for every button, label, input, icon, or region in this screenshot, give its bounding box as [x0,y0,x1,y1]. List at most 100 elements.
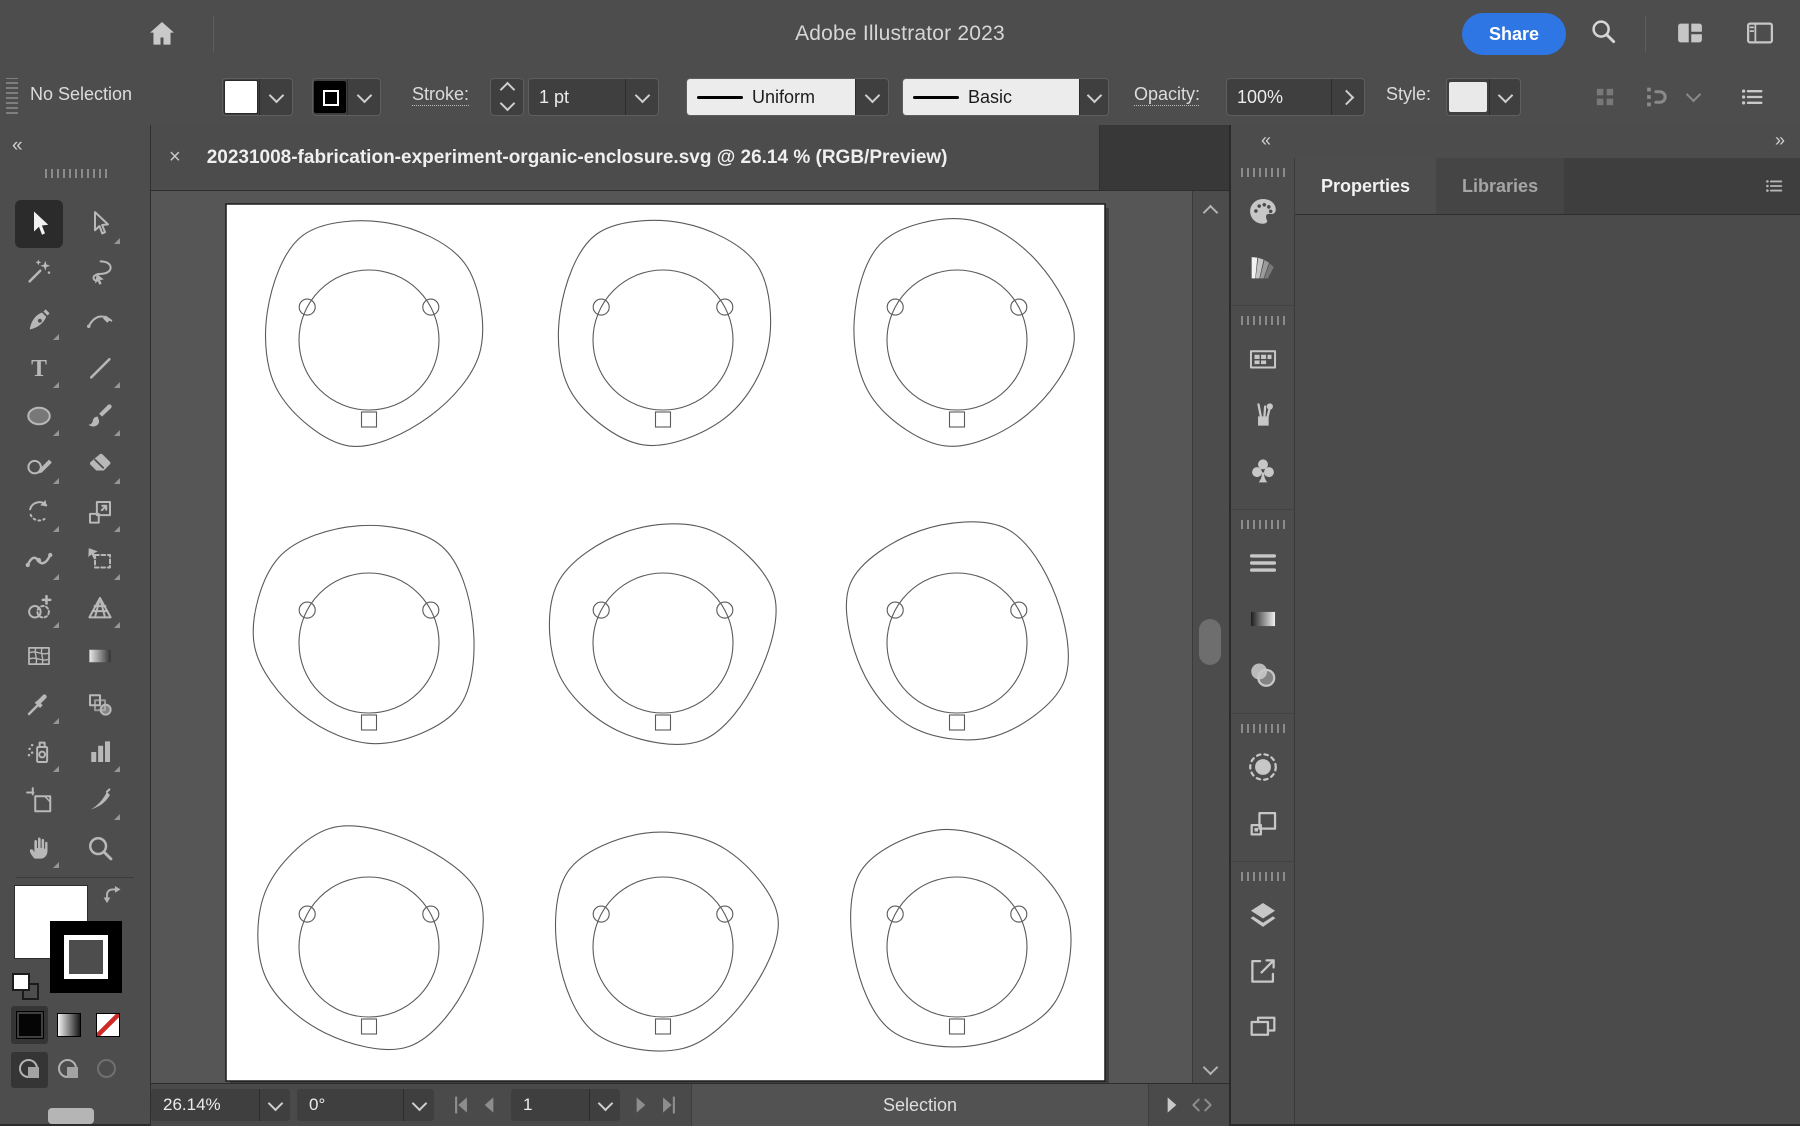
gradient-button[interactable] [50,1006,87,1044]
tool-eyedropper-tool[interactable] [15,680,63,728]
stroke-color-control[interactable] [312,78,381,116]
tab-properties[interactable]: Properties [1295,158,1437,214]
dock-grip[interactable] [1240,724,1285,733]
profile-chevron[interactable] [855,79,888,115]
edit-toolbar-button[interactable] [48,1108,94,1124]
stroke-weight-stepper[interactable] [490,78,524,116]
controlbar-options-icon[interactable] [1738,83,1766,111]
artboard-number-control[interactable]: 1 [511,1089,620,1121]
transparency-panel-icon[interactable] [1246,658,1280,692]
draw-behind-button[interactable] [50,1052,87,1088]
tool-mesh-tool[interactable] [15,632,63,680]
variable-width-profile[interactable]: Uniform [686,78,889,116]
brush-definition[interactable]: Basic [902,78,1109,116]
dock-expand-icon[interactable]: » [1775,130,1786,151]
gradient-panel-panel-icon[interactable] [1246,602,1280,636]
opacity-control[interactable]: 100% [1226,78,1365,116]
tool-artboard-tool[interactable] [15,776,63,824]
style-swatch[interactable] [1449,82,1487,112]
status-play-icon[interactable] [1159,1092,1185,1118]
tool-paintbrush-tool[interactable] [76,392,124,440]
color-panel-icon[interactable] [1246,194,1280,228]
tool-gradient-tool[interactable] [76,632,124,680]
style-control[interactable] [1446,78,1521,116]
stroke-panel-panel-icon[interactable] [1246,546,1280,580]
tool-free-transform-tool[interactable] [76,536,124,584]
stroke-color-indicator[interactable] [50,921,122,993]
tool-eraser-tool[interactable] [76,440,124,488]
tool-curvature-tool[interactable] [76,296,124,344]
tool-line-segment-tool[interactable] [76,344,124,392]
vertical-scrollbar[interactable] [1192,191,1229,1083]
tool-rotate-tool[interactable] [15,488,63,536]
tool-perspective-grid-tool[interactable] [76,584,124,632]
artboard-chevron[interactable] [589,1089,620,1121]
tab-close-icon[interactable]: × [169,146,181,169]
tool-blend-tool[interactable] [76,680,124,728]
tool-zoom-tool[interactable] [76,824,124,872]
document-tab[interactable]: × 20231008-fabrication-experiment-organi… [151,125,1100,190]
symbols-panel-icon[interactable] [1246,454,1280,488]
zoom-chevron[interactable] [259,1089,290,1121]
brush-chevron[interactable] [1079,79,1108,115]
opacity-more-chevron[interactable] [1331,79,1364,115]
stroke-label[interactable]: Stroke: [412,84,469,105]
stroke-dropdown-chevron[interactable] [347,79,380,115]
workspace-layout-icon[interactable] [1672,18,1708,48]
tool-slice-tool[interactable] [76,776,124,824]
tool-scale-tool[interactable] [76,488,124,536]
dock-collapse-icon[interactable]: « [1261,130,1272,151]
tool-shape-builder-tool[interactable] [15,584,63,632]
color-guide-panel-icon[interactable] [1246,250,1280,284]
panel-menu-icon[interactable] [1762,175,1786,197]
fill-dropdown-chevron[interactable] [259,79,292,115]
status-code-icon[interactable] [1187,1092,1217,1118]
dock-grip[interactable] [1240,168,1285,177]
stroke-weight-control[interactable]: 1 pt [528,78,659,116]
tool-direct-selection-tool[interactable] [76,200,124,248]
default-fill-stroke-icon[interactable] [12,973,42,1003]
next-artboard-icon[interactable] [628,1092,654,1118]
toolbar-grip[interactable] [45,169,107,178]
layers-panel-icon[interactable] [1246,898,1280,932]
controlbar-grip[interactable] [6,78,18,114]
fill-swatch[interactable] [224,80,258,114]
rotation-control[interactable]: 0° [297,1089,434,1121]
fill-color-control[interactable] [222,78,293,116]
tool-width-tool[interactable] [15,536,63,584]
tool-hand-tool[interactable] [15,824,63,872]
status-mode[interactable]: Selection [691,1084,1149,1126]
dock-grip[interactable] [1240,316,1285,325]
color-button[interactable] [11,1006,48,1044]
swap-fill-stroke-icon[interactable] [100,883,128,911]
asset-export-panel-icon[interactable] [1246,954,1280,988]
last-artboard-icon[interactable] [656,1092,682,1118]
tool-pen-tool[interactable] [15,296,63,344]
artboard[interactable] [225,203,1106,1082]
previous-artboard-icon[interactable] [476,1092,502,1118]
workspace-window-icon[interactable] [1742,18,1778,48]
tool-shaper-tool[interactable] [15,440,63,488]
tool-magic-wand-tool[interactable] [15,248,63,296]
opacity-label[interactable]: Opacity: [1134,84,1200,105]
zoom-control[interactable]: 26.14% [151,1089,290,1121]
artboards-panel-icon[interactable] [1246,1010,1280,1044]
appearance-panel-icon[interactable] [1246,750,1280,784]
rotation-chevron[interactable] [403,1089,434,1121]
draw-inside-button[interactable] [89,1052,126,1088]
tool-symbol-sprayer-tool[interactable] [15,728,63,776]
tool-type-tool[interactable]: T [15,344,63,392]
search-icon[interactable] [1588,16,1618,46]
share-button[interactable]: Share [1462,13,1566,55]
stroke-swatch[interactable] [314,81,346,113]
dock-grip[interactable] [1240,520,1285,529]
tool-ellipse-tool[interactable] [15,392,63,440]
canvas[interactable] [151,190,1229,1083]
first-artboard-icon[interactable] [448,1092,474,1118]
align-icon[interactable] [1591,83,1619,111]
toolbar-collapse-icon[interactable]: « [12,135,24,157]
snap-options-icon[interactable] [1643,83,1671,111]
tool-selection-tool[interactable] [15,200,63,248]
graphic-styles-panel-icon[interactable] [1246,806,1280,840]
none-button[interactable] [89,1006,126,1044]
